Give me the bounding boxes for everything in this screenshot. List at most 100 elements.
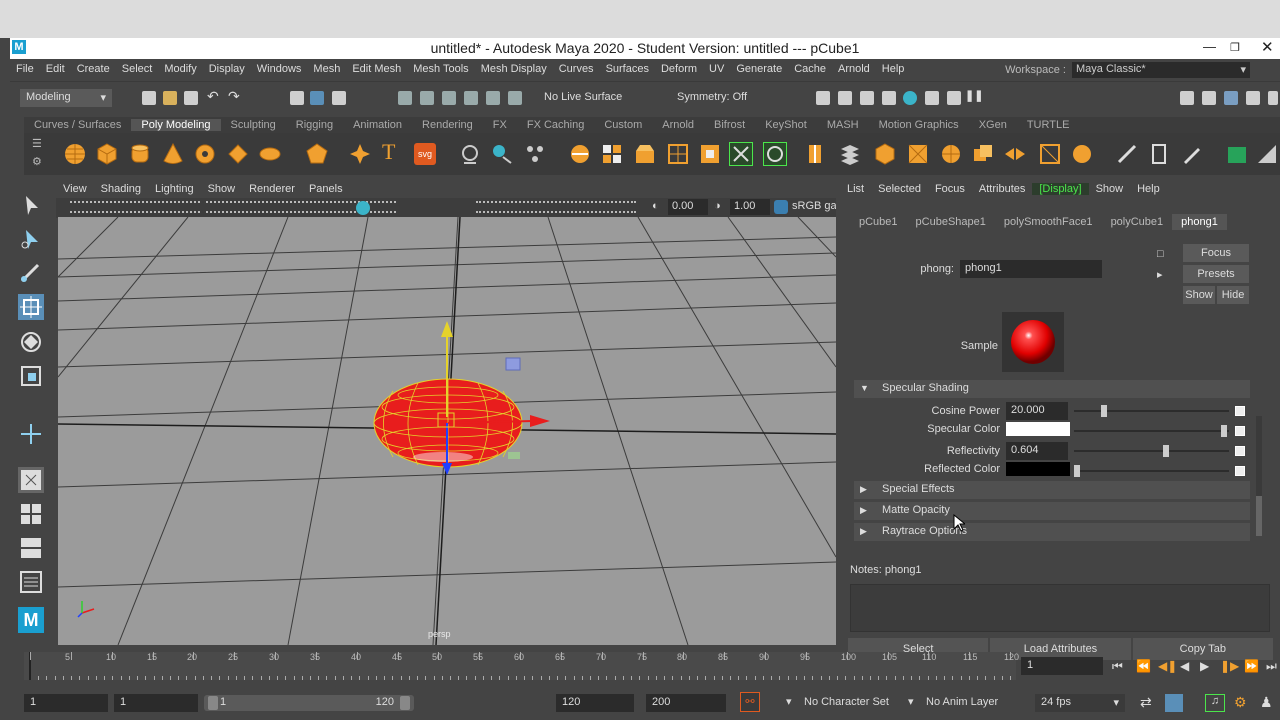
reflected-color-slider[interactable] [1074,470,1229,472]
maya-home-icon[interactable]: M [18,607,44,633]
notes-field[interactable] [850,584,1270,632]
ae-tab-polysmoothface1[interactable]: polySmoothFace1 [995,216,1102,228]
attribute-editor-toggle-icon[interactable] [1224,91,1238,105]
lasso-tool-icon[interactable] [18,227,44,253]
color-management-icon[interactable] [774,200,788,214]
scale-tool-icon[interactable] [18,363,44,389]
render-frame-icon[interactable] [838,91,852,105]
character-icon[interactable]: ♟ [1260,694,1273,711]
viewport-menu-lighting[interactable]: Lighting [148,183,201,195]
presets-button[interactable]: Presets [1183,265,1249,283]
close-icon[interactable]: ✕ [1261,38,1274,56]
step-forward-key-icon[interactable]: ⏩ [1244,659,1259,673]
move-tool-icon[interactable] [18,294,44,320]
open-scene-icon[interactable] [163,91,177,105]
modeling-toolkit-icon[interactable] [1180,91,1194,105]
shelf-tab-animation[interactable]: Animation [343,119,412,131]
menu-deform[interactable]: Deform [655,63,703,75]
render-settings-icon[interactable] [882,91,896,105]
menu-file[interactable]: File [10,63,40,75]
render-setup-icon[interactable] [925,91,939,105]
animation-prefs-icon[interactable]: ⚙ [1234,694,1247,711]
poly-cube-icon[interactable] [96,143,118,165]
shelf-menu-icon[interactable]: ☰ [32,137,42,150]
exposure-field[interactable]: 0.00 [668,199,708,215]
append-polygon-icon[interactable] [667,143,689,165]
snap-view-icon[interactable] [464,91,478,105]
time-slider[interactable]: 5 10 15 20 25 30 35 40 45 50 55 60 65 70 75 80 85 90 95 100… [24,652,1019,680]
ae-menu-show[interactable]: Show [1089,183,1131,195]
poly-sphere-icon[interactable] [64,143,86,165]
menu-display[interactable]: Display [203,63,251,75]
boolean-icon[interactable] [972,143,994,165]
snap-point-icon[interactable] [442,91,456,105]
shelf-tab-xgen[interactable]: XGen [969,119,1017,131]
play-forwards-icon[interactable]: ▶ [1200,659,1209,673]
anim-layer-dropdown[interactable]: No Anim Layer [920,694,1020,712]
snap-surface-icon[interactable] [486,91,500,105]
menu-select[interactable]: Select [116,63,159,75]
shelf-tab-rendering[interactable]: Rendering [412,119,483,131]
poke-face-icon[interactable] [907,143,929,165]
reflected-color-swatch[interactable] [1006,462,1070,476]
restore-icon[interactable]: ❐ [1230,41,1240,54]
cosine-power-slider-handle[interactable] [1101,405,1107,417]
fps-dropdown[interactable]: 24 fps ▾ [1035,694,1125,712]
ae-menu-list[interactable]: List [840,183,871,195]
viewport-menu-shading[interactable]: Shading [94,183,148,195]
specular-color-slider-handle[interactable] [1221,425,1227,437]
edge-loop-icon[interactable] [804,143,826,165]
symmetry-dropdown[interactable]: Symmetry: Off [673,89,751,107]
playback-end-field[interactable]: 120 [556,694,634,712]
camera-tools-icons[interactable] [70,201,200,213]
two-view-layout-icon[interactable] [18,535,44,561]
rotate-tool-icon[interactable] [18,329,44,355]
new-scene-icon[interactable] [142,91,156,105]
menu-create[interactable]: Create [71,63,116,75]
specular-shading-section[interactable]: ▼ Specular Shading [854,380,1250,398]
mode-dropdown[interactable]: Modeling ▾ [20,89,112,107]
menu-mesh[interactable]: Mesh [307,63,346,75]
range-slider-start-handle[interactable] [208,696,218,710]
focus-button[interactable]: Focus [1183,244,1249,262]
ae-tab-pcubeshape1[interactable]: pCubeShape1 [907,216,995,228]
menu-cache[interactable]: Cache [788,63,832,75]
ae-menu-selected[interactable]: Selected [871,183,928,195]
attribute-scrollbar[interactable] [1256,416,1262,536]
select-hierarchy-icon[interactable] [290,91,304,105]
node-name-field[interactable]: phong1 [960,260,1102,278]
cache-playback-icon[interactable] [1165,694,1183,712]
menu-mesh-tools[interactable]: Mesh Tools [407,63,474,75]
ae-tab-pcube1[interactable]: pCube1 [850,216,907,228]
viewport-menu-view[interactable]: View [56,183,94,195]
poly-disc-icon[interactable] [259,143,281,165]
loop-icon[interactable]: ⇄ [1140,694,1152,711]
cosine-power-field[interactable]: 20.000 [1006,402,1068,420]
reflected-color-map-button[interactable] [1235,466,1245,476]
menu-edit-mesh[interactable]: Edit Mesh [346,63,407,75]
reduce-icon[interactable] [1071,143,1093,165]
save-scene-icon[interactable] [184,91,198,105]
uv-editor-icon[interactable] [1039,143,1061,165]
platonic-solid-icon[interactable] [306,143,328,165]
select-tool-icon[interactable] [18,193,44,219]
viewport-menu-panels[interactable]: Panels [302,183,350,195]
text-tool-icon[interactable]: T [382,139,404,164]
focus-node-icon[interactable]: □ [1157,248,1164,260]
character-set-dropdown-icon[interactable]: ▾ [786,695,792,708]
ae-tab-polycube1[interactable]: polyCube1 [1102,216,1173,228]
combine-icon[interactable] [459,143,481,165]
separate-icon[interactable] [491,143,513,165]
super-shape-icon[interactable] [349,143,371,165]
menu-surfaces[interactable]: Surfaces [600,63,655,75]
smooth-icon[interactable] [524,143,546,165]
poly-torus-icon[interactable] [194,143,216,165]
minimize-icon[interactable]: — [1203,39,1216,54]
ae-menu-attributes[interactable]: Attributes [972,183,1032,195]
last-tool-icon[interactable] [18,421,44,447]
current-frame-field[interactable]: 1 [1021,657,1103,675]
show-button[interactable]: Show [1183,286,1215,304]
hypershade-icon[interactable] [903,91,917,105]
shelf-settings-icon[interactable]: ⚙ [32,155,42,168]
shelf-tab-rigging[interactable]: Rigging [286,119,343,131]
